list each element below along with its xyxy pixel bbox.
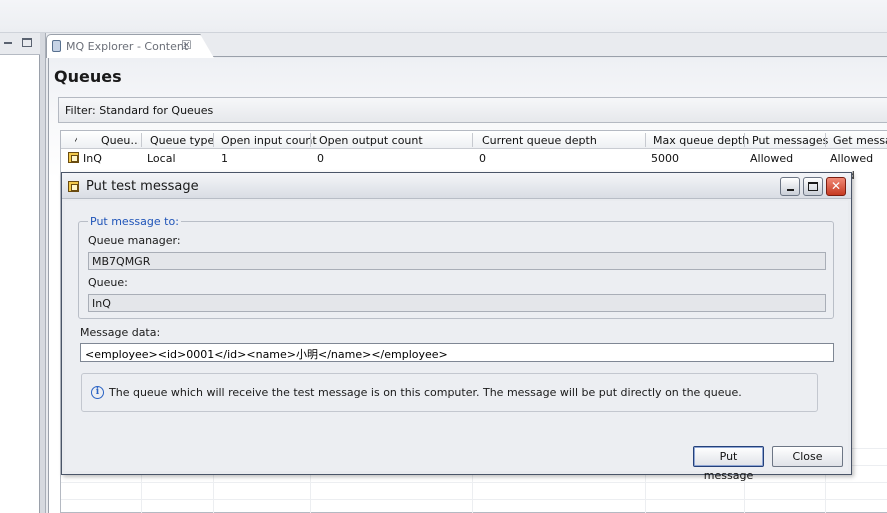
close-button[interactable]: Close bbox=[772, 446, 843, 467]
column-header-queue-type[interactable]: Queue type bbox=[150, 134, 214, 147]
tab-mq-explorer-content[interactable]: MQ Explorer - Content ☒ bbox=[46, 34, 214, 58]
message-data-label: Message data: bbox=[80, 326, 161, 339]
group-legend: Put message to: bbox=[88, 215, 181, 228]
column-header-queue-name[interactable]: Queu… bbox=[101, 134, 139, 147]
cell-queue-type: Local bbox=[147, 152, 176, 165]
column-separator[interactable] bbox=[825, 133, 826, 147]
editor-tab-bar: MQ Explorer - Content ☒ bbox=[46, 33, 887, 58]
put-message-to-group: Put message to: Queue manager: MB7QMGR Q… bbox=[78, 215, 834, 319]
tab-label: MQ Explorer - Content bbox=[66, 40, 189, 53]
info-icon: i bbox=[91, 386, 104, 399]
info-text: The queue which will receive the test me… bbox=[109, 386, 742, 399]
queue-icon bbox=[68, 181, 79, 192]
left-view-panel bbox=[0, 33, 40, 513]
dialog-title: Put test message bbox=[86, 179, 199, 194]
close-icon[interactable]: ☒ bbox=[181, 39, 192, 51]
grid-line bbox=[61, 482, 887, 483]
cell-max-depth: 5000 bbox=[651, 152, 679, 165]
cell-get-messages: Allowed bbox=[830, 152, 874, 165]
queue-manager-field[interactable]: MB7QMGR bbox=[88, 252, 826, 270]
column-separator[interactable] bbox=[213, 133, 214, 147]
queue-label: Queue: bbox=[88, 276, 128, 289]
message-data-input[interactable]: <employee><id>0001</id><name>小明</name></… bbox=[80, 343, 834, 362]
tab-document-icon bbox=[52, 40, 61, 52]
maximize-icon[interactable] bbox=[22, 38, 32, 47]
dialog-titlebar[interactable]: Put test message ✕ bbox=[62, 173, 851, 199]
minimize-button[interactable] bbox=[780, 177, 800, 196]
table-row[interactable]: InQ Local 1 0 0 5000 Allowed Allowed bbox=[61, 150, 887, 167]
cell-open-output: 0 bbox=[317, 152, 324, 165]
cell-open-input: 1 bbox=[221, 152, 228, 165]
queue-icon bbox=[68, 152, 79, 163]
queue-field[interactable]: InQ bbox=[88, 294, 826, 312]
grid-line bbox=[61, 499, 887, 500]
column-header-max-queue-depth[interactable]: Max queue depth bbox=[653, 134, 749, 147]
left-view-header bbox=[0, 33, 40, 55]
column-header-get-messages[interactable]: Get messag bbox=[833, 134, 887, 147]
cell-queue-name: InQ bbox=[83, 152, 102, 165]
column-separator[interactable] bbox=[744, 133, 745, 147]
page-title: Queues bbox=[54, 67, 122, 86]
cell-current-depth: 0 bbox=[479, 152, 486, 165]
queue-manager-label: Queue manager: bbox=[88, 234, 181, 247]
top-toolbar-strip bbox=[0, 0, 887, 33]
close-window-button[interactable]: ✕ bbox=[826, 177, 846, 196]
column-separator[interactable] bbox=[310, 133, 311, 147]
filter-bar[interactable]: Filter: Standard for Queues bbox=[58, 97, 887, 123]
put-test-message-dialog: Put test message ✕ Put message to: Queue… bbox=[61, 172, 852, 482]
column-separator[interactable] bbox=[645, 133, 646, 147]
column-header-open-input-count[interactable]: Open input count bbox=[221, 134, 317, 147]
column-header-sort[interactable]: ⁄ bbox=[75, 134, 77, 147]
maximize-button[interactable] bbox=[803, 177, 823, 196]
dialog-body: Put message to: Queue manager: MB7QMGR Q… bbox=[65, 201, 848, 482]
column-header-current-queue-depth[interactable]: Current queue depth bbox=[482, 134, 597, 147]
filter-label: Filter: Standard for Queues bbox=[65, 104, 214, 117]
column-separator[interactable] bbox=[472, 133, 473, 147]
minimize-icon[interactable] bbox=[3, 38, 13, 47]
column-header-open-output-count[interactable]: Open output count bbox=[319, 134, 423, 147]
info-message-box: i The queue which will receive the test … bbox=[81, 373, 818, 412]
cell-put-messages: Allowed bbox=[750, 152, 794, 165]
column-header-put-messages[interactable]: Put messages bbox=[752, 134, 828, 147]
table-header: ⁄ Queu… Queue type Open input count Open… bbox=[61, 131, 887, 149]
put-message-button[interactable]: Put message bbox=[693, 446, 764, 482]
column-separator[interactable] bbox=[141, 133, 142, 147]
